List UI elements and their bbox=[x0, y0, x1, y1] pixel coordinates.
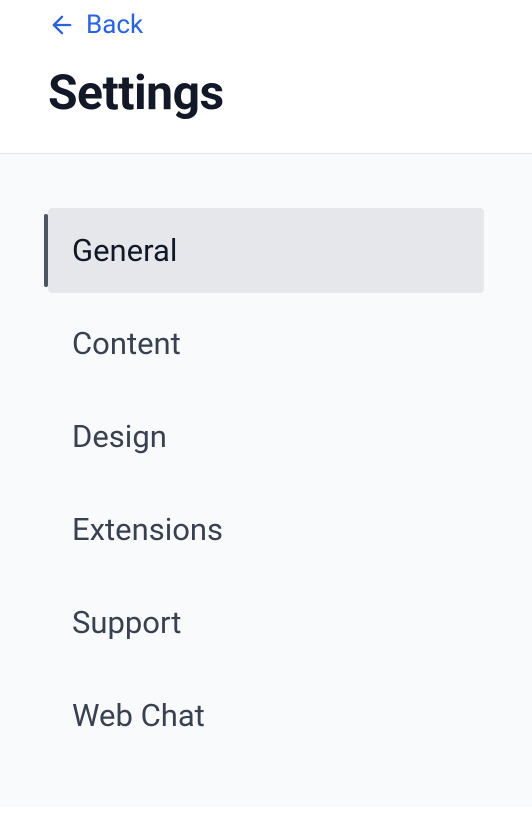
nav-item-label: Content bbox=[72, 325, 181, 362]
nav-item-general[interactable]: General bbox=[48, 208, 484, 293]
settings-nav: General Content Design Extensions Suppor… bbox=[48, 208, 484, 758]
nav-item-label: Extensions bbox=[72, 511, 223, 548]
nav-item-label: Design bbox=[72, 418, 167, 455]
arrow-left-icon bbox=[48, 11, 76, 39]
content-area: General Content Design Extensions Suppor… bbox=[0, 154, 532, 807]
page-title: Settings bbox=[48, 64, 484, 121]
nav-item-content[interactable]: Content bbox=[48, 301, 484, 386]
nav-item-web-chat[interactable]: Web Chat bbox=[48, 673, 484, 758]
nav-item-support[interactable]: Support bbox=[48, 580, 484, 665]
nav-item-label: Web Chat bbox=[72, 697, 205, 734]
back-link[interactable]: Back bbox=[48, 10, 143, 40]
nav-item-label: General bbox=[72, 232, 177, 269]
nav-item-extensions[interactable]: Extensions bbox=[48, 487, 484, 572]
nav-item-design[interactable]: Design bbox=[48, 394, 484, 479]
header: Back Settings bbox=[0, 0, 532, 154]
nav-item-label: Support bbox=[72, 604, 181, 641]
back-label: Back bbox=[86, 10, 143, 40]
